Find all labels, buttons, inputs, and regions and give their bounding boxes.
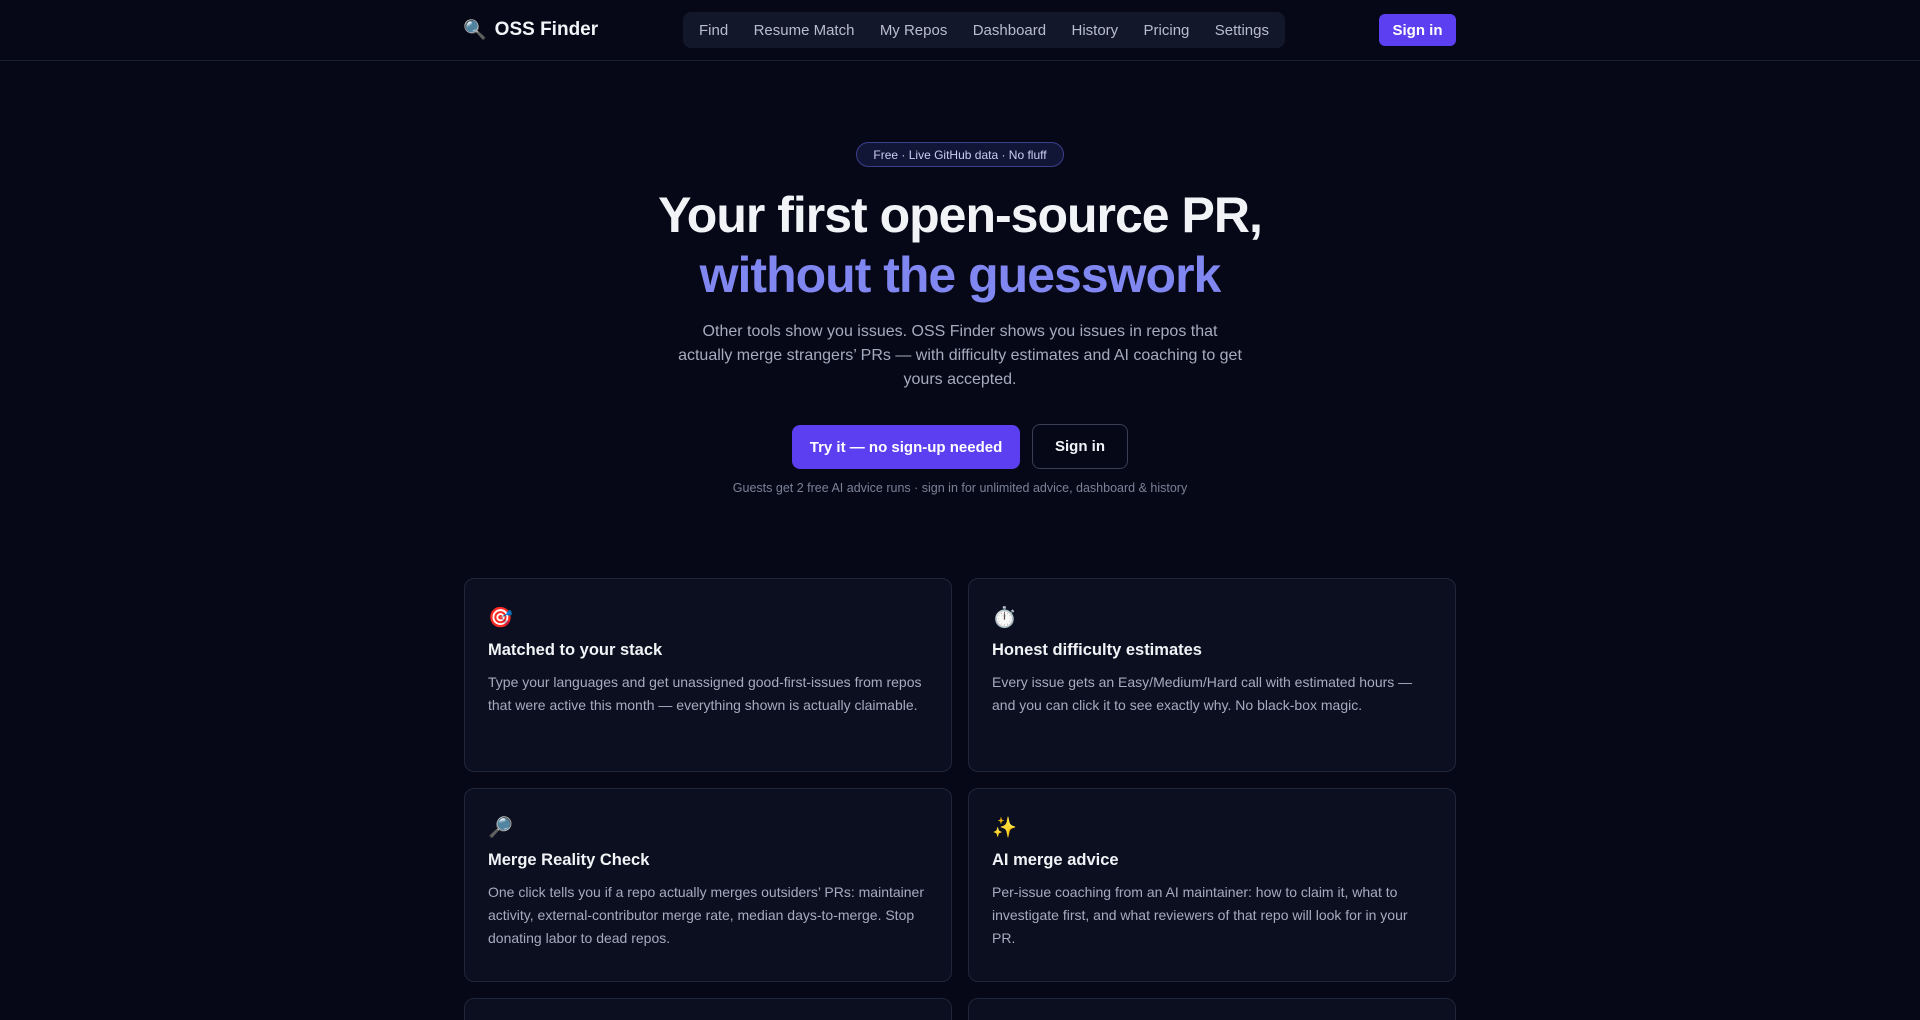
nav-find[interactable]: Find — [699, 22, 728, 39]
feature-description: Type your languages and get unassigned g… — [488, 674, 922, 713]
hero-badge: Free · Live GitHub data · No fluff — [856, 142, 1064, 167]
magnifier-icon: 🔍 — [463, 20, 487, 41]
nav-settings[interactable]: Settings — [1215, 22, 1269, 39]
header-signin-button[interactable]: Sign in — [1379, 14, 1456, 46]
guest-note: Guests get 2 free AI advice runs · sign … — [732, 481, 1188, 495]
nav-pricing[interactable]: Pricing — [1144, 22, 1190, 39]
feature-card-merge-check: 🔎 Merge Reality Check One click tells yo… — [464, 788, 952, 982]
main-nav: Find Resume Match My Repos Dashboard His… — [683, 12, 1285, 48]
top-navbar: 🔍 OSS Finder Find Resume Match My Repos … — [0, 0, 1920, 61]
nav-my-repos[interactable]: My Repos — [880, 22, 948, 39]
feature-title: Honest difficulty estimates — [992, 641, 1202, 659]
feature-description: Per-issue coaching from an AI maintainer… — [992, 884, 1408, 946]
nav-history[interactable]: History — [1071, 22, 1118, 39]
hero-title: Your first open-source PR, — [658, 187, 1263, 243]
feature-card-partial — [464, 998, 952, 1020]
try-it-button[interactable]: Try it — no sign-up needed — [792, 425, 1020, 469]
target-icon: 🎯 — [488, 607, 513, 629]
feature-title: Merge Reality Check — [488, 851, 650, 869]
hero-subtitle: Other tools show you issues. OSS Finder … — [678, 323, 1242, 388]
magnifier-icon: 🔎 — [488, 817, 513, 839]
stopwatch-icon: ⏱️ — [992, 607, 1017, 629]
feature-title: Matched to your stack — [488, 641, 663, 659]
feature-card-difficulty: ⏱️ Honest difficulty estimates Every iss… — [968, 578, 1456, 772]
feature-description: Every issue gets an Easy/Medium/Hard cal… — [992, 674, 1413, 713]
feature-card-partial — [968, 998, 1456, 1020]
hero-title-accent: without the guesswork — [699, 247, 1222, 303]
feature-title: AI merge advice — [992, 851, 1119, 869]
brand-logo[interactable]: 🔍 OSS Finder — [463, 16, 598, 44]
brand-name: OSS Finder — [494, 19, 599, 40]
hero-signin-button[interactable]: Sign in — [1032, 424, 1128, 469]
sparkles-icon: ✨ — [992, 817, 1017, 839]
feature-card-stack: 🎯 Matched to your stack Type your langua… — [464, 578, 952, 772]
nav-dashboard[interactable]: Dashboard — [973, 22, 1046, 39]
feature-card-ai-advice: ✨ AI merge advice Per-issue coaching fro… — [968, 788, 1456, 982]
nav-resume-match[interactable]: Resume Match — [754, 22, 855, 39]
feature-description: One click tells you if a repo actually m… — [488, 884, 924, 946]
